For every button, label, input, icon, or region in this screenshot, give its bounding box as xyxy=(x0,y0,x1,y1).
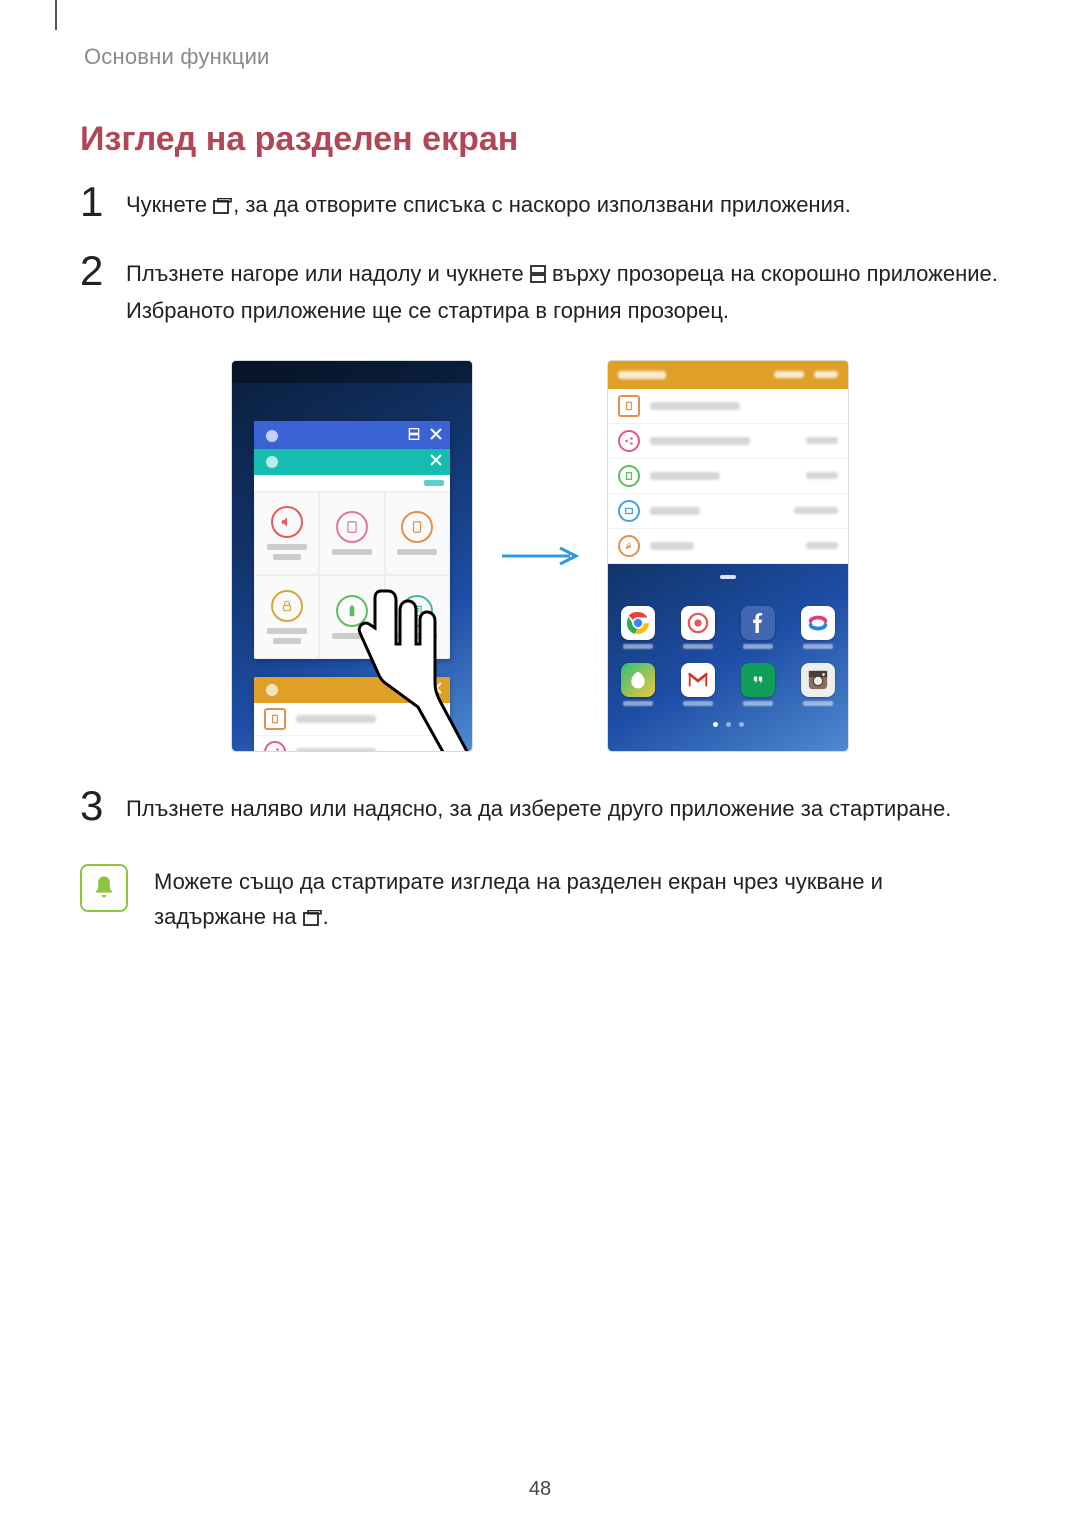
step-number: 3 xyxy=(80,785,126,827)
close-icon xyxy=(430,428,442,443)
gallery-icon xyxy=(621,663,655,697)
section-title: Изглед на разделен екран xyxy=(80,120,1000,159)
phone-recents xyxy=(232,361,472,751)
step-number: 1 xyxy=(80,181,126,223)
recents-card-internet xyxy=(254,421,450,451)
close-icon xyxy=(430,454,442,469)
tip-text: . xyxy=(323,904,329,929)
tip-text: Можете също да стартирате изгледа на раз… xyxy=(154,869,883,929)
status-bar xyxy=(232,361,472,383)
email-icon xyxy=(681,606,715,640)
facebook-icon xyxy=(741,606,775,640)
chrome-icon xyxy=(621,606,655,640)
instagram-icon xyxy=(801,663,835,697)
step-text: Чукнете xyxy=(126,192,213,217)
page-number: 48 xyxy=(0,1478,1080,1501)
lock-icon xyxy=(271,590,303,622)
app-dot-icon xyxy=(266,430,278,442)
split-view-icon xyxy=(530,258,546,293)
step-text: , за да отворите списъка с наскоро изпол… xyxy=(233,192,851,217)
figure-row xyxy=(80,361,1000,751)
recents-card-files xyxy=(254,677,450,751)
close-icon xyxy=(430,682,442,697)
step-1: 1 Чукнете , за да отворите списъка с нас… xyxy=(80,187,1000,234)
storage-icon xyxy=(264,708,286,730)
step-3: 3 Плъзнете наляво или надясно, за да изб… xyxy=(80,791,1000,836)
top-rule xyxy=(55,0,57,30)
split-top-header xyxy=(608,361,848,389)
arrow-right-icon xyxy=(500,546,580,566)
download-icon xyxy=(264,741,286,751)
download-icon xyxy=(618,430,640,452)
audio-icon xyxy=(618,535,640,557)
hangouts-icon xyxy=(741,663,775,697)
split-view-icon xyxy=(408,682,420,697)
display-icon xyxy=(336,511,368,543)
edit-label xyxy=(424,480,444,486)
split-handle-icon xyxy=(720,575,736,579)
step-text: Плъзнете наляво или надясно, за да избер… xyxy=(126,791,1000,826)
images-icon xyxy=(618,500,640,522)
steps-list: 1 Чукнете , за да отворите списъка с нас… xyxy=(80,187,1000,339)
step-number: 2 xyxy=(80,250,126,292)
documents-icon xyxy=(618,465,640,487)
volume-icon xyxy=(271,506,303,538)
app-dot-icon xyxy=(266,684,278,696)
recent-apps-icon xyxy=(303,901,323,936)
battery-icon xyxy=(336,595,368,627)
step-text: Плъзнете нагоре или надолу и чукнете xyxy=(126,261,530,286)
gmail-icon xyxy=(681,663,715,697)
tip-bell-icon xyxy=(80,864,128,912)
tip-block: Можете също да стартирате изгледа на раз… xyxy=(80,864,1000,936)
recent-apps-icon xyxy=(213,189,233,224)
steps-list-continued: 3 Плъзнете наляво или надясно, за да изб… xyxy=(80,791,1000,836)
split-bottom-launcher xyxy=(608,573,848,751)
manual-icon xyxy=(401,595,433,627)
edge-icon xyxy=(401,511,433,543)
split-view-icon xyxy=(408,428,420,443)
step-2: 2 Плъзнете нагоре или надолу и чукнете в… xyxy=(80,256,1000,338)
breadcrumb: Основни функции xyxy=(84,44,1000,70)
galaxy-apps-icon xyxy=(801,606,835,640)
recents-card-settings xyxy=(254,449,450,659)
app-dot-icon xyxy=(266,456,278,468)
page-indicator xyxy=(713,722,744,727)
phone-split-view xyxy=(608,361,848,751)
storage-icon xyxy=(618,395,640,417)
manual-page: Основни функции Изглед на разделен екран… xyxy=(0,0,1080,1527)
